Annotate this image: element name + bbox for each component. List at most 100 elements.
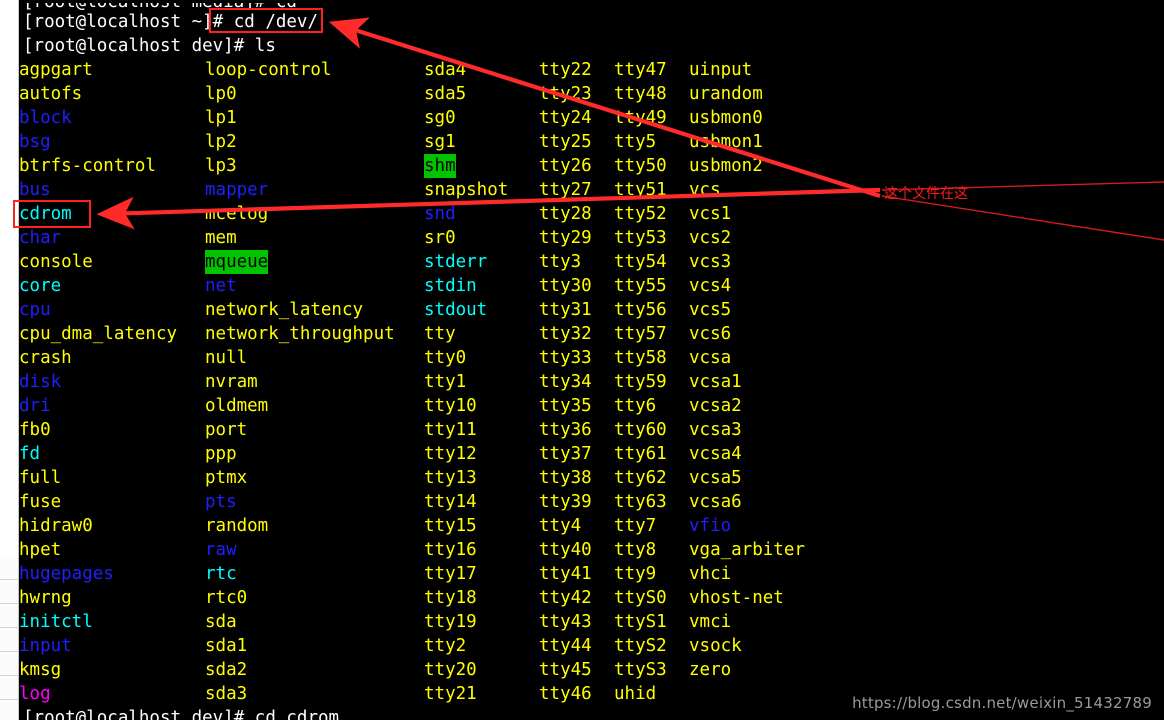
ls-entry: tty6	[614, 396, 657, 416]
ls-entry: vcs1	[689, 204, 732, 224]
ls-entry: ttyS2	[614, 636, 667, 656]
ls-entry: vcs4	[689, 276, 732, 296]
ls-entry: tty27	[539, 180, 592, 200]
ls-entry: sda5	[424, 84, 467, 104]
ls-entry: usbmon2	[689, 156, 763, 176]
ls-entry: vcsa5	[689, 468, 742, 488]
gutter-row	[0, 556, 18, 580]
ls-entry: network_throughput	[205, 324, 395, 344]
ls-entry: nvram	[205, 372, 258, 392]
ls-entry: mapper	[205, 180, 269, 200]
ls-entry: bsg	[19, 132, 51, 152]
ls-entry: vmci	[689, 612, 732, 632]
ls-entry: snapshot	[424, 180, 509, 200]
ls-entry: vcs2	[689, 228, 732, 248]
ls-row: hugepages rtc tty17 tty41 tty9 vhci	[19, 562, 1164, 586]
ls-entry: sg1	[424, 132, 456, 152]
ls-entry: sda3	[205, 684, 248, 704]
ls-entry: mcelog	[205, 204, 269, 224]
ls-entry: log	[19, 684, 51, 704]
terminal-window[interactable]: [root@localhost media]# cd [root@localho…	[19, 0, 1164, 720]
ls-entry: tty44	[539, 636, 592, 656]
ls-entry: core	[19, 276, 62, 296]
ls-entry: tty48	[614, 84, 667, 104]
ls-entry: random	[205, 516, 269, 536]
ls-entry: tty5	[614, 132, 657, 152]
ls-entry: stdout	[424, 300, 488, 320]
ls-row: cdrom mcelog snd tty28 tty52 vcs1	[19, 202, 1164, 226]
ls-entry: tty20	[424, 660, 477, 680]
ls-row: autofs lp0 sda5 tty23 tty48 urandom	[19, 82, 1164, 106]
top-clip-mask	[19, 0, 1164, 3]
ls-entry: tty31	[539, 300, 592, 320]
ls-entry: rtc	[205, 564, 237, 584]
ls-entry: network_latency	[205, 300, 364, 320]
ls-entry: vcs5	[689, 300, 732, 320]
ls-entry: shm	[424, 154, 456, 178]
ls-entry: tty28	[539, 204, 592, 224]
ls-entry: tty62	[614, 468, 667, 488]
ls-entry: console	[19, 252, 93, 272]
ls-entry: vcsa	[689, 348, 732, 368]
ls-entry: lp0	[205, 84, 237, 104]
gutter-row	[0, 652, 18, 676]
ls-entry: lp3	[205, 156, 237, 176]
ls-entry: tty50	[614, 156, 667, 176]
ls-row: hwrng rtc0 tty18 tty42 ttyS0 vhost-net	[19, 586, 1164, 610]
ls-entry: ttyS1	[614, 612, 667, 632]
terminal-line-prompt-cd-dev: [root@localhost ~]# cd /dev/	[23, 10, 318, 34]
ls-row: fuse pts tty14 tty39 tty63 vcsa6	[19, 490, 1164, 514]
ls-entry: agpgart	[19, 60, 93, 80]
ls-entry: vcsa6	[689, 492, 742, 512]
screenshot-root: [root@localhost media]# cd [root@localho…	[0, 0, 1164, 720]
ls-entry: tty53	[614, 228, 667, 248]
gutter-row	[0, 604, 18, 628]
ls-entry: kmsg	[19, 660, 62, 680]
gutter-row	[0, 580, 18, 604]
ls-entry: tty9	[614, 564, 657, 584]
ls-entry: tty38	[539, 468, 592, 488]
ls-entry: tty42	[539, 588, 592, 608]
ls-entry: vhci	[689, 564, 732, 584]
ls-entry: tty41	[539, 564, 592, 584]
ls-entry: full	[19, 468, 62, 488]
ls-entry: snd	[424, 204, 456, 224]
ls-entry: tty19	[424, 612, 477, 632]
ls-entry: tty49	[614, 108, 667, 128]
ls-entry: sr0	[424, 228, 456, 248]
ls-entry: tty45	[539, 660, 592, 680]
ls-row: cpu_dma_latency network_throughput tty tty3…	[19, 322, 1164, 346]
ls-entry: tty2	[424, 636, 467, 656]
ls-entry: input	[19, 636, 72, 656]
ls-entry: btrfs-control	[19, 156, 156, 176]
ls-row: hpet raw tty16 tty40 tty8 vga_arbiter	[19, 538, 1164, 562]
ls-entry: autofs	[19, 84, 83, 104]
ls-row: bsg lp2 sg1 tty25 tty5 usbmon1	[19, 130, 1164, 154]
ls-entry: tty22	[539, 60, 592, 80]
ls-entry: tty39	[539, 492, 592, 512]
ls-row: char mem sr0 tty29 tty53 vcs2	[19, 226, 1164, 250]
ls-row: cpu network_latency stdout tty31 tty56 vcs5	[19, 298, 1164, 322]
ls-entry: tty1	[424, 372, 467, 392]
ls-entry: tty15	[424, 516, 477, 536]
ls-output-grid: agpgart loop-control sda4 tty22 tty47 uinput a…	[19, 58, 1164, 706]
boxed-command-text: cd /dev/	[233, 12, 319, 32]
ls-entry: tty32	[539, 324, 592, 344]
ls-entry: tty8	[614, 540, 657, 560]
ls-entry: tty4	[539, 516, 582, 536]
ls-entry: tty17	[424, 564, 477, 584]
ls-entry: usbmon1	[689, 132, 763, 152]
ls-entry: oldmem	[205, 396, 269, 416]
ls-entry: tty24	[539, 108, 592, 128]
ls-entry: sda1	[205, 636, 248, 656]
ls-entry: tty18	[424, 588, 477, 608]
ls-entry: sda	[205, 612, 237, 632]
ls-entry: tty58	[614, 348, 667, 368]
ls-entry: urandom	[689, 84, 763, 104]
ls-entry: stdin	[424, 276, 477, 296]
watermark-url: https://blog.csdn.net/weixin_51432789	[852, 694, 1152, 712]
gutter-row	[0, 700, 18, 720]
ls-entry: tty14	[424, 492, 477, 512]
ls-entry: mem	[205, 228, 237, 248]
ls-entry: hwrng	[19, 588, 72, 608]
